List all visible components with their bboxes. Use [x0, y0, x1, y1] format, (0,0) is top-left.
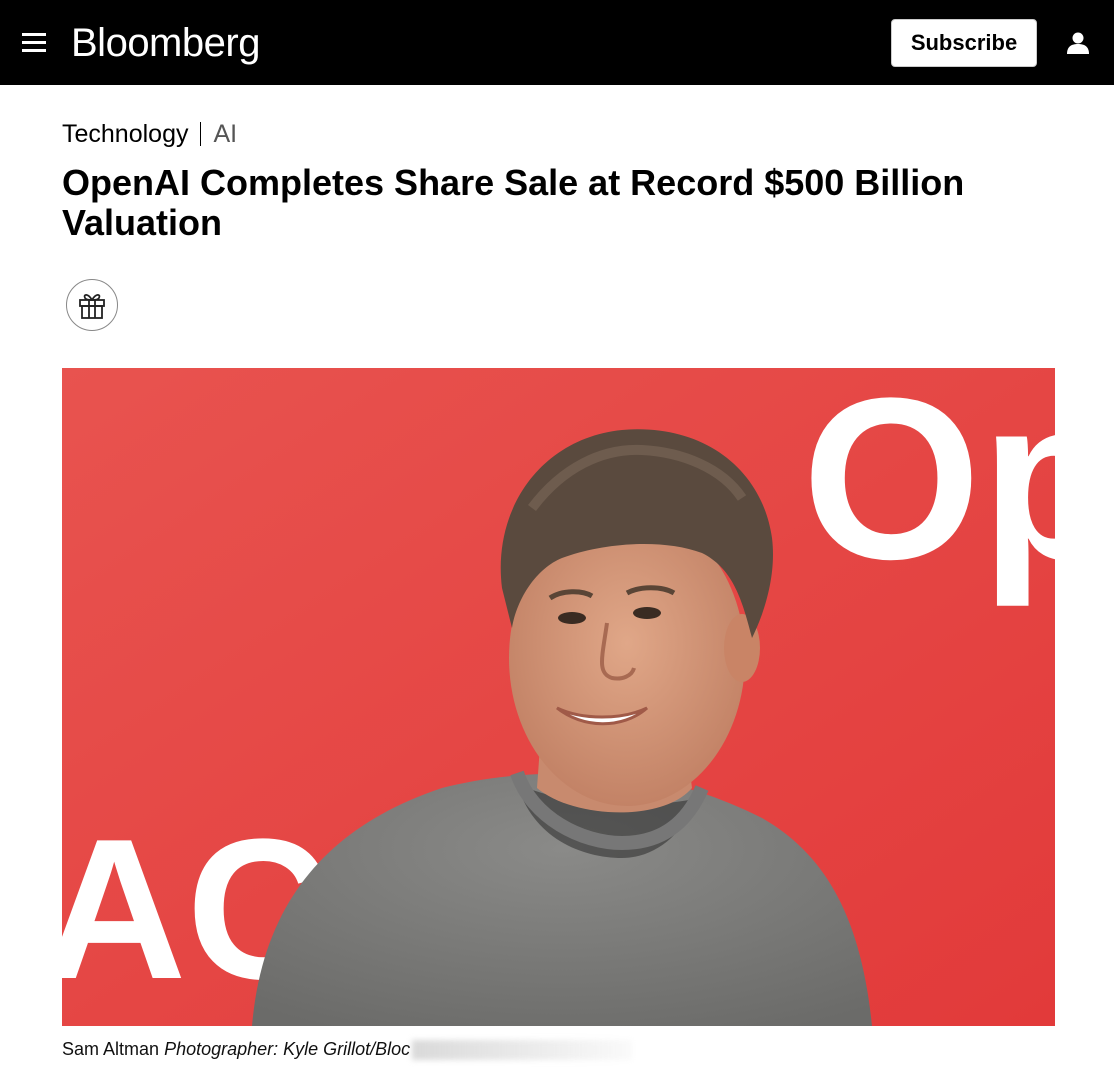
subscribe-button[interactable]: Subscribe — [891, 19, 1037, 67]
menu-icon[interactable] — [22, 33, 46, 53]
caption-photo-credit: Photographer: Kyle Grillot/Bloc — [164, 1039, 411, 1059]
backdrop-text-right: Op — [802, 368, 1055, 607]
bloomberg-logo[interactable]: Bloomberg — [71, 20, 260, 66]
gift-icon — [79, 293, 105, 319]
gift-article-button[interactable] — [66, 279, 118, 331]
article-hero-image: Op AC — [62, 368, 1055, 1026]
caption-subject: Sam Altman — [62, 1039, 160, 1059]
breadcrumb-section-link[interactable]: Technology — [62, 118, 188, 150]
article-headline: OpenAI Completes Share Sale at Record $5… — [62, 162, 965, 243]
breadcrumb: Technology AI — [62, 118, 237, 150]
top-navigation-bar: Bloomberg Subscribe — [0, 0, 1114, 85]
image-caption: Sam Altman Photographer: Kyle Grillot/Bl… — [62, 1037, 633, 1061]
user-account-icon[interactable] — [1066, 31, 1090, 55]
breadcrumb-separator — [200, 122, 202, 146]
hero-photo-illustration: Op AC — [62, 368, 1055, 1026]
breadcrumb-subsection-link[interactable]: AI — [213, 118, 237, 150]
caption-obscured-region — [412, 1040, 633, 1061]
